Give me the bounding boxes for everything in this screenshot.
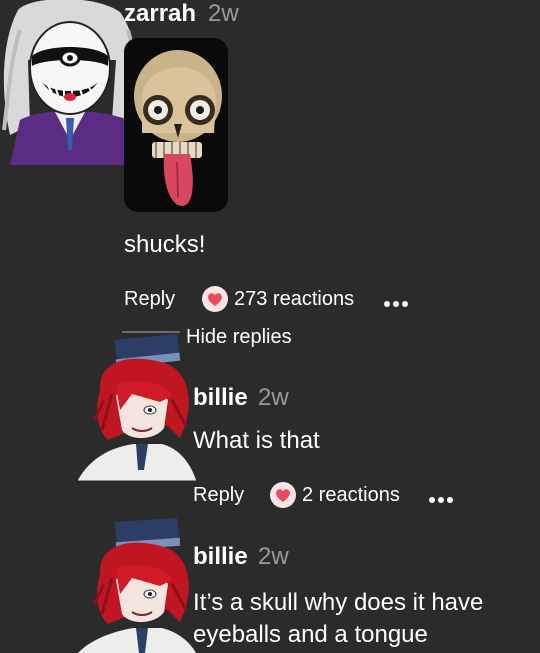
username[interactable]: zarrah (124, 0, 196, 28)
more-options-icon[interactable] (428, 491, 454, 509)
reactions-count[interactable]: 273 reactions (234, 288, 354, 311)
comment-text-line-2: eyeballs and a tongue (193, 621, 428, 648)
heart-reaction-icon[interactable] (201, 285, 229, 318)
skull-sticker[interactable] (124, 38, 228, 212)
timestamp: 2w (258, 384, 289, 411)
more-options-icon[interactable] (383, 295, 409, 313)
reactions-count[interactable]: 2 reactions (302, 484, 400, 507)
avatar-billie[interactable] (72, 512, 197, 653)
comment-text-line-1: It’s a skull why does it have (193, 589, 484, 616)
reply-button[interactable]: Reply (124, 288, 175, 311)
timestamp: 2w (258, 543, 289, 570)
avatar-billie[interactable] (72, 330, 197, 490)
username[interactable]: billie (193, 384, 248, 412)
reply-button[interactable]: Reply (193, 484, 244, 507)
red-haired-character-avatar (78, 518, 196, 653)
skull-with-tongue-image (134, 50, 222, 206)
timestamp: 2w (208, 0, 239, 27)
red-haired-character-avatar (78, 334, 196, 481)
hide-replies-button[interactable]: Hide replies (186, 326, 292, 349)
comment-text: shucks! (124, 231, 206, 258)
heart-reaction-icon[interactable] (269, 481, 297, 514)
username[interactable]: billie (193, 543, 248, 571)
comment-thread: zarrah 2w shucks! Reply 273 reactions Hi… (0, 0, 540, 653)
comment-text: What is that (193, 427, 320, 454)
